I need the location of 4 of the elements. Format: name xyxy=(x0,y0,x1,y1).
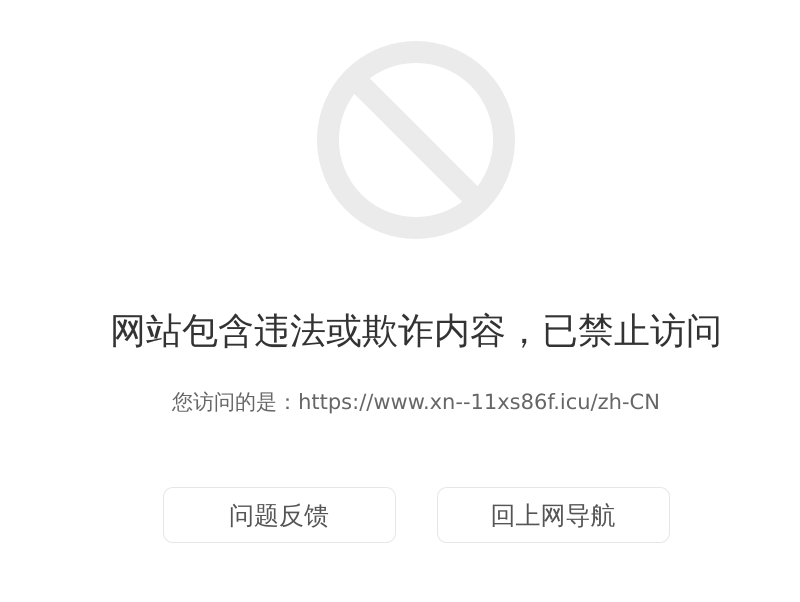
visited-url-text: 您访问的是：https://www.xn--11xs86f.icu/zh-CN xyxy=(172,389,660,415)
blocked-message: 网站包含违法或欺诈内容，已禁止访问 xyxy=(110,310,722,353)
action-button[interactable]: 问题反馈 xyxy=(162,487,396,543)
action-button[interactable]: 回上网导航 xyxy=(436,487,670,543)
